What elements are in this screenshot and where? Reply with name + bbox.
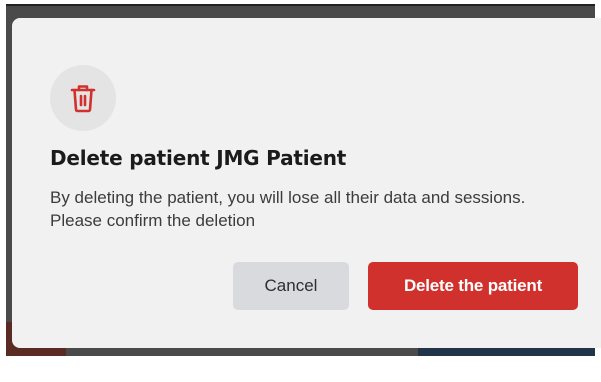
dialog-title: Delete patient JMG Patient (50, 146, 347, 170)
dialog-description: By deleting the patient, you will lose a… (50, 188, 526, 230)
delete-patient-dialog: Delete patient JMG Patient By deleting t… (12, 18, 601, 348)
screen-bottom-edge (0, 356, 601, 382)
delete-patient-button[interactable]: Delete the patient (368, 262, 578, 310)
trash-icon-container (50, 65, 116, 131)
cancel-button[interactable]: Cancel (233, 262, 349, 310)
trash-icon (70, 85, 96, 113)
